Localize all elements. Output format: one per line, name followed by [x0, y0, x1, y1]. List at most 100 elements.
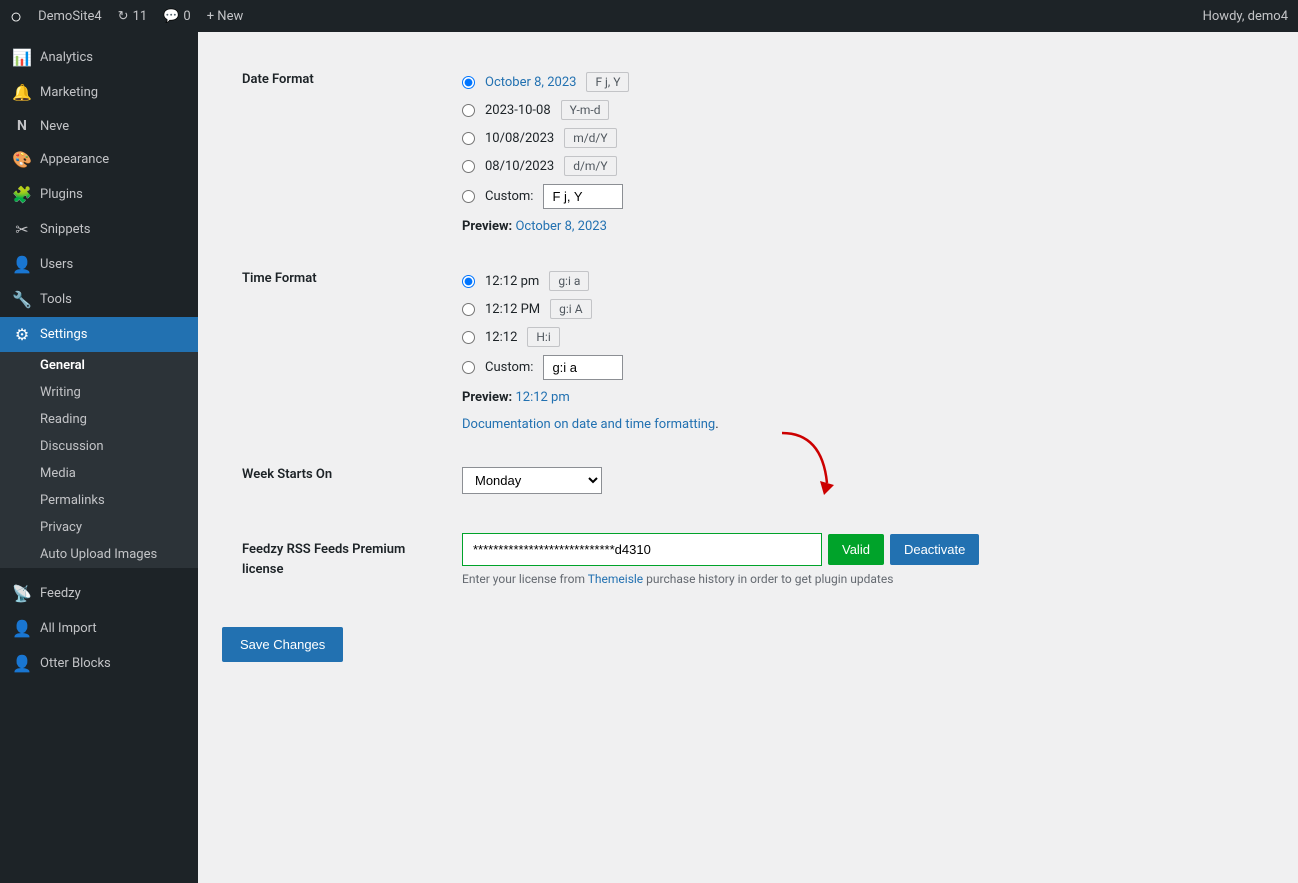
doc-link-period: . — [715, 417, 718, 432]
date-radio-3[interactable] — [462, 132, 475, 145]
sidebar-item-all-import[interactable]: 👤 All Import — [0, 611, 198, 646]
time-radio-custom[interactable] — [462, 361, 475, 374]
time-label-custom[interactable]: Custom: — [485, 360, 533, 375]
time-option-1: 12:12 pm g:i a — [462, 271, 1254, 291]
tools-icon: 🔧 — [12, 290, 32, 309]
date-preview: Preview: October 8, 2023 — [462, 219, 1254, 234]
themeisle-link[interactable]: Themeisle — [588, 572, 643, 586]
license-help: Enter your license from Themeisle purcha… — [462, 572, 1254, 586]
valid-button[interactable]: Valid — [828, 534, 884, 565]
submenu-discussion[interactable]: Discussion — [0, 433, 198, 460]
settings-submenu: General Writing Reading Discussion Media… — [0, 352, 198, 568]
plugins-icon: 🧩 — [12, 185, 32, 204]
feedzy-icon: 📡 — [12, 584, 32, 603]
comments-count[interactable]: 💬 0 — [163, 9, 191, 24]
submenu-permalinks[interactable]: Permalinks — [0, 487, 198, 514]
time-option-2: 12:12 PM g:i A — [462, 299, 1254, 319]
time-badge-2: g:i A — [550, 299, 591, 319]
time-label-2[interactable]: 12:12 PM — [485, 302, 540, 317]
time-format-row: Time Format 12:12 pm g:i a 12:12 PM g:i … — [222, 251, 1274, 449]
date-format-label: Date Format — [222, 52, 442, 251]
analytics-icon: 📊 — [12, 48, 32, 67]
date-label-3[interactable]: 10/08/2023 — [485, 131, 554, 146]
time-option-3: 12:12 H:i — [462, 327, 1254, 347]
settings-icon: ⚙ — [12, 325, 32, 344]
doc-link-wrap: Documentation on date and time formattin… — [462, 417, 1254, 432]
date-badge-3: m/d/Y — [564, 128, 616, 148]
sidebar-item-plugins[interactable]: 🧩 Plugins — [0, 177, 198, 212]
time-label-1[interactable]: 12:12 pm — [485, 274, 539, 289]
time-radio-2[interactable] — [462, 303, 475, 316]
date-label-2[interactable]: 2023-10-08 — [485, 103, 551, 118]
sidebar-label-marketing: Marketing — [40, 85, 98, 100]
sidebar-item-tools[interactable]: 🔧 Tools — [0, 282, 198, 317]
sidebar-item-feedzy[interactable]: 📡 Feedzy — [0, 576, 198, 611]
deactivate-button[interactable]: Deactivate — [890, 534, 979, 565]
date-label-custom[interactable]: Custom: — [485, 189, 533, 204]
wp-logo[interactable]: ○ — [10, 4, 22, 29]
time-badge-3: H:i — [527, 327, 559, 347]
submenu-auto-upload[interactable]: Auto Upload Images — [0, 541, 198, 568]
howdy-text: Howdy, demo4 — [1203, 9, 1288, 24]
sidebar-label-feedzy: Feedzy — [40, 586, 81, 601]
sidebar-label-users: Users — [40, 257, 73, 272]
date-label-4[interactable]: 08/10/2023 — [485, 159, 554, 174]
submenu-writing[interactable]: Writing — [0, 379, 198, 406]
date-label-1[interactable]: October 8, 2023 — [485, 75, 576, 90]
sidebar-item-users[interactable]: 👤 Users — [0, 247, 198, 282]
time-badge-1: g:i a — [549, 271, 589, 291]
neve-icon: N — [12, 118, 32, 134]
date-option-3: 10/08/2023 m/d/Y — [462, 128, 1254, 148]
admin-bar: ○ DemoSite4 ↻ 11 💬 0 + New Howdy, demo4 — [0, 0, 1298, 32]
time-preview: Preview: 12:12 pm — [462, 390, 1254, 405]
main-content: Date Format October 8, 2023 F j, Y 2023-… — [198, 32, 1298, 883]
date-option-4: 08/10/2023 d/m/Y — [462, 156, 1254, 176]
sidebar-item-otter-blocks[interactable]: 👤 Otter Blocks — [0, 646, 198, 681]
date-custom-input[interactable] — [543, 184, 623, 209]
date-radio-4[interactable] — [462, 160, 475, 173]
submenu-privacy[interactable]: Privacy — [0, 514, 198, 541]
sidebar: 📊 Analytics 🔔 Marketing N Neve 🎨 Appeara… — [0, 32, 198, 883]
sidebar-item-analytics[interactable]: 📊 Analytics — [0, 40, 198, 75]
time-radio-3[interactable] — [462, 331, 475, 344]
appearance-icon: 🎨 — [12, 150, 32, 169]
sidebar-item-settings[interactable]: ⚙ Settings — [0, 317, 198, 352]
sidebar-item-snippets[interactable]: ✂ Snippets — [0, 212, 198, 247]
time-custom-input[interactable] — [543, 355, 623, 380]
date-radio-2[interactable] — [462, 104, 475, 117]
sidebar-label-settings: Settings — [40, 327, 87, 342]
time-radio-1[interactable] — [462, 275, 475, 288]
site-name[interactable]: DemoSite4 — [38, 9, 102, 24]
sidebar-item-appearance[interactable]: 🎨 Appearance — [0, 142, 198, 177]
date-radio-group: October 8, 2023 F j, Y 2023-10-08 Y-m-d … — [462, 72, 1254, 209]
sidebar-label-plugins: Plugins — [40, 187, 83, 202]
submenu-reading[interactable]: Reading — [0, 406, 198, 433]
sidebar-label-tools: Tools — [40, 292, 72, 307]
week-starts-label: Week Starts On — [222, 449, 442, 513]
week-starts-row: Week Starts On Sunday Monday Tuesday Wed… — [222, 449, 1274, 513]
sidebar-label-otter-blocks: Otter Blocks — [40, 656, 111, 671]
sidebar-item-marketing[interactable]: 🔔 Marketing — [0, 75, 198, 110]
time-option-custom: Custom: — [462, 355, 1254, 380]
save-changes-button[interactable]: Save Changes — [222, 627, 343, 662]
sidebar-label-snippets: Snippets — [40, 222, 91, 237]
date-badge-2: Y-m-d — [561, 100, 610, 120]
license-input[interactable]: ****************************d4310 — [462, 533, 822, 566]
marketing-icon: 🔔 — [12, 83, 32, 102]
date-radio-custom[interactable] — [462, 190, 475, 203]
date-badge-1: F j, Y — [586, 72, 629, 92]
submenu-general[interactable]: General — [0, 352, 198, 379]
license-label: Feedzy RSS Feeds Premium license — [222, 513, 442, 607]
date-option-1: October 8, 2023 F j, Y — [462, 72, 1254, 92]
doc-link[interactable]: Documentation on date and time formattin… — [462, 417, 715, 432]
date-format-row: Date Format October 8, 2023 F j, Y 2023-… — [222, 52, 1274, 251]
license-content: ****************************d4310 Valid … — [442, 513, 1274, 607]
sidebar-label-analytics: Analytics — [40, 50, 93, 65]
date-radio-1[interactable] — [462, 76, 475, 89]
submenu-media[interactable]: Media — [0, 460, 198, 487]
time-label-3[interactable]: 12:12 — [485, 330, 517, 345]
updates-count[interactable]: ↻ 11 — [118, 9, 148, 24]
new-content[interactable]: + New — [207, 9, 244, 24]
week-starts-select[interactable]: Sunday Monday Tuesday Wednesday Thursday… — [462, 467, 602, 494]
sidebar-item-neve[interactable]: N Neve — [0, 110, 198, 142]
